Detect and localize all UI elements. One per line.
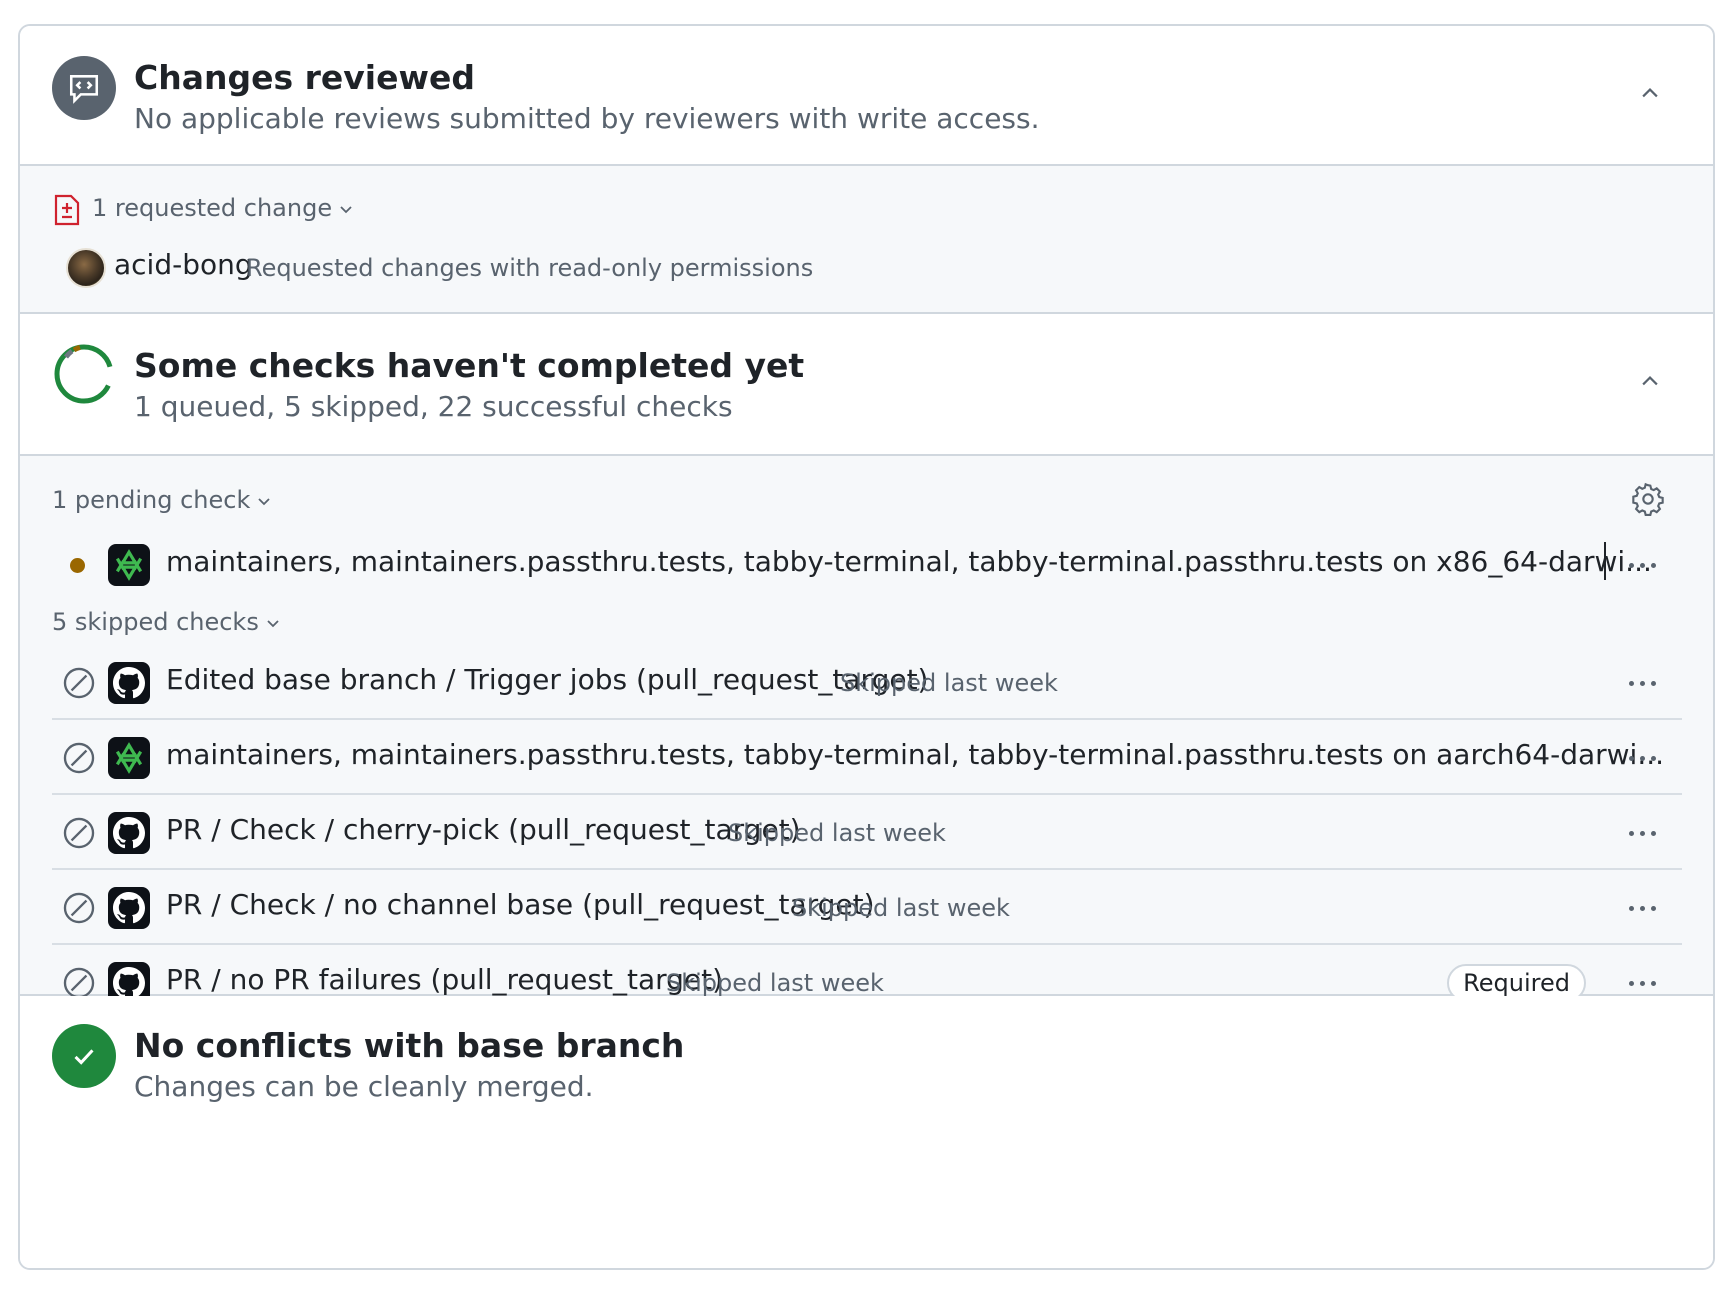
check-meta: Skipped last week xyxy=(840,669,1058,697)
skipped-checks-label: 5 skipped checks xyxy=(52,608,259,636)
conflicts-title: No conflicts with base branch xyxy=(134,1026,685,1065)
text-cursor xyxy=(1604,542,1606,580)
checks-title: Some checks haven't completed yet xyxy=(134,346,805,385)
check-row[interactable]: maintainers, maintainers.passthru.tests,… xyxy=(52,528,1682,602)
conflicts-subtitle: Changes can be cleanly merged. xyxy=(134,1070,594,1103)
check-name[interactable]: PR / Check / no channel base (pull_reque… xyxy=(166,888,875,921)
queued-dot-icon xyxy=(70,558,85,573)
github-icon xyxy=(108,812,150,854)
kebab-icon[interactable] xyxy=(1620,818,1664,848)
chevron-down-icon xyxy=(340,206,352,214)
conflicts-section: No conflicts with base branch Changes ca… xyxy=(20,996,1713,1268)
check-name[interactable]: PR / Check / cherry-pick (pull_request_t… xyxy=(166,813,801,846)
pending-checks-toggle[interactable]: 1 pending check xyxy=(52,486,272,514)
avatar[interactable] xyxy=(66,248,106,288)
reviews-section-header[interactable]: Changes reviewed No applicable reviews s… xyxy=(20,26,1713,186)
reviews-title: Changes reviewed xyxy=(134,58,475,97)
skipped-checks-toggle[interactable]: 5 skipped checks xyxy=(52,608,281,636)
reviewer-username[interactable]: acid-bong xyxy=(114,248,253,281)
checks-subtitle: 1 queued, 5 skipped, 22 successful check… xyxy=(134,390,733,423)
chevron-down-icon xyxy=(258,498,270,506)
requested-changes-label: 1 requested change xyxy=(92,194,333,222)
check-name[interactable]: maintainers, maintainers.passthru.tests,… xyxy=(166,545,1652,578)
checks-details: 1 pending check maintainers, maintainers… xyxy=(20,454,1713,1004)
check-meta: Skipped last week xyxy=(728,819,946,847)
kebab-icon[interactable] xyxy=(1620,743,1664,773)
check-name[interactable]: Edited base branch / Trigger jobs (pull_… xyxy=(166,663,928,696)
chevron-down-icon xyxy=(267,620,279,628)
comment-code-icon xyxy=(52,56,116,120)
merge-box: Changes reviewed No applicable reviews s… xyxy=(18,24,1715,1270)
check-circle-icon xyxy=(52,1024,116,1088)
reviews-subtitle: No applicable reviews submitted by revie… xyxy=(134,102,1040,135)
check-row[interactable]: PR / Check / no channel base (pull_reque… xyxy=(52,871,1682,945)
skip-icon xyxy=(62,666,96,700)
nix-icon xyxy=(108,544,150,586)
check-name[interactable]: maintainers, maintainers.passthru.tests,… xyxy=(166,738,1664,771)
file-diff-icon xyxy=(54,194,80,230)
checks-section-header[interactable]: Some checks haven't completed yet 1 queu… xyxy=(20,314,1713,454)
check-row[interactable]: maintainers, maintainers.passthru.tests,… xyxy=(52,721,1682,795)
pending-checks-label: 1 pending check xyxy=(52,486,251,514)
skip-icon xyxy=(62,966,96,1000)
check-row[interactable]: PR / Check / cherry-pick (pull_request_t… xyxy=(52,796,1682,870)
github-icon xyxy=(108,662,150,704)
requested-changes-toggle[interactable]: 1 requested change xyxy=(92,194,354,222)
chevron-up-icon[interactable] xyxy=(1635,78,1665,108)
kebab-icon[interactable] xyxy=(1620,668,1664,698)
checks-progress-icon xyxy=(52,342,116,406)
reviews-details: 1 requested change acid-bong Requested c… xyxy=(20,164,1713,314)
gear-icon[interactable] xyxy=(1631,482,1665,516)
reviewer-note: Requested changes with read-only permiss… xyxy=(246,254,814,282)
skip-icon xyxy=(62,741,96,775)
kebab-icon[interactable] xyxy=(1620,550,1664,580)
chevron-up-icon[interactable] xyxy=(1635,366,1665,396)
nix-icon xyxy=(108,737,150,779)
kebab-icon[interactable] xyxy=(1620,893,1664,923)
kebab-icon[interactable] xyxy=(1620,968,1664,998)
check-name[interactable]: PR / no PR failures (pull_request_target… xyxy=(166,963,723,996)
check-meta: Skipped last week xyxy=(666,969,884,997)
check-meta: Skipped last week xyxy=(792,894,1010,922)
skip-icon xyxy=(62,891,96,925)
check-row[interactable]: Edited base branch / Trigger jobs (pull_… xyxy=(52,646,1682,720)
github-icon xyxy=(108,887,150,929)
skip-icon xyxy=(62,816,96,850)
